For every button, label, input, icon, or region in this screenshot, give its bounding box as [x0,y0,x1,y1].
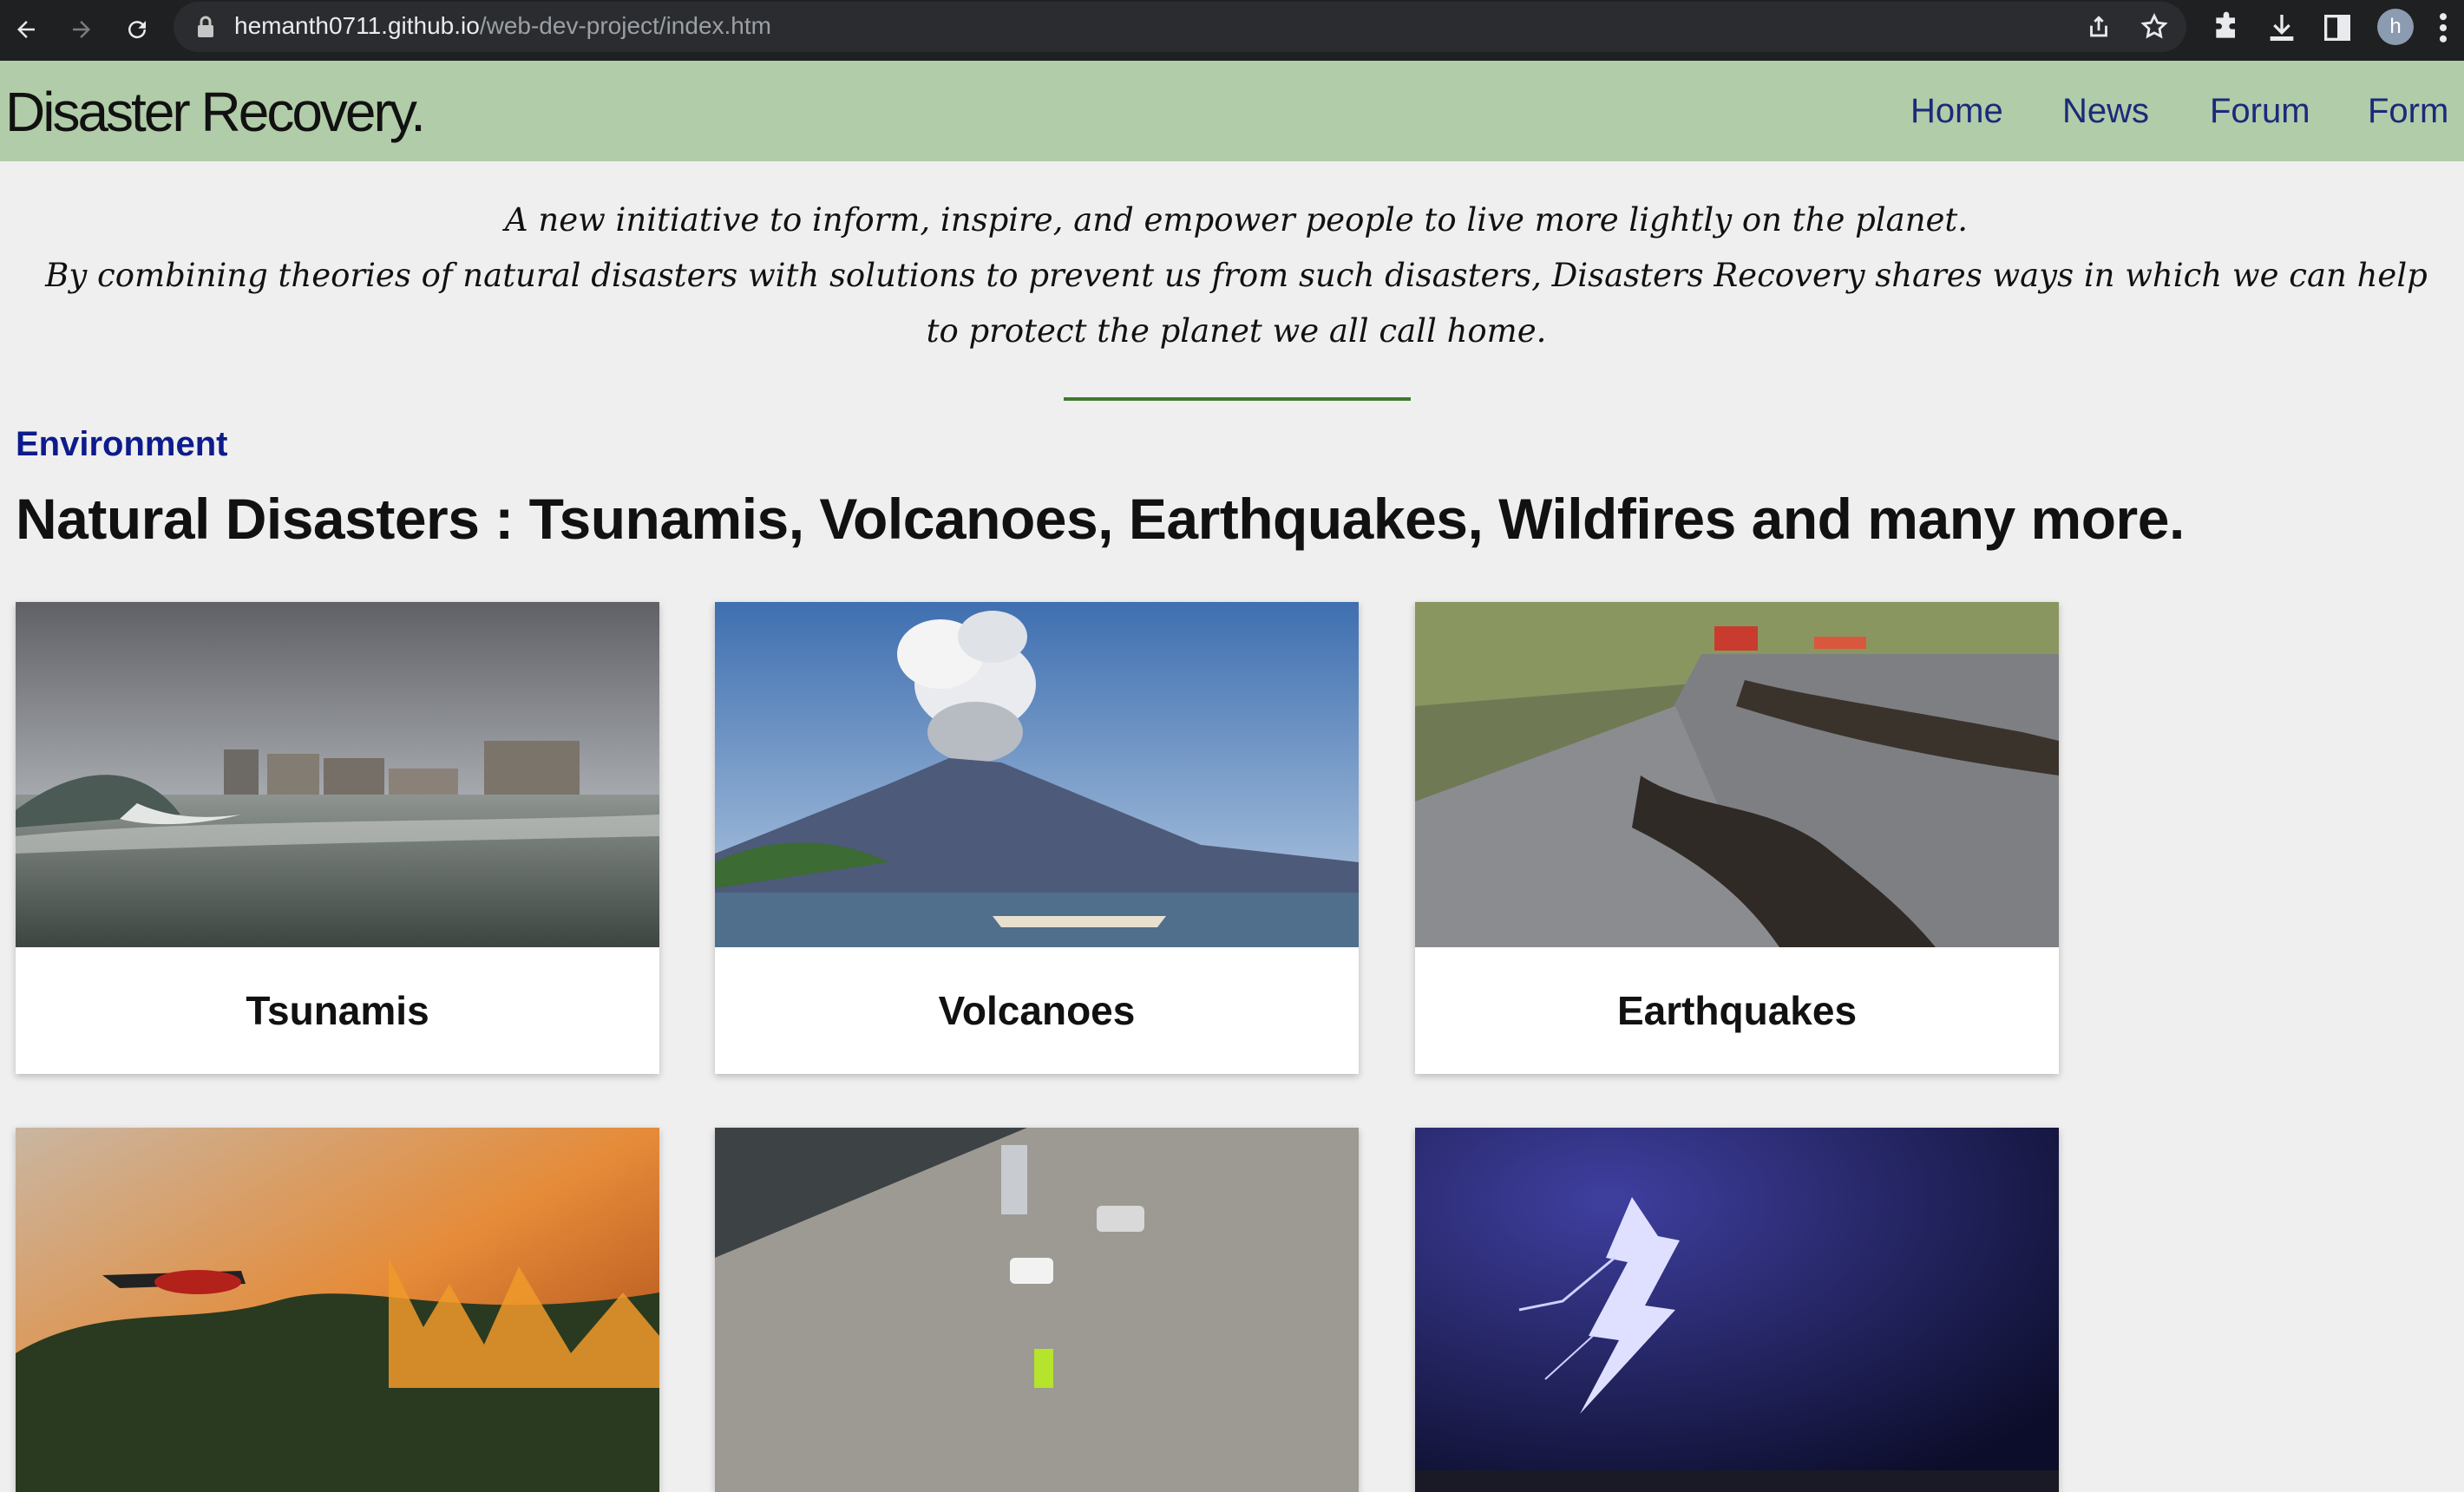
url-text: hemanth0711.github.io/web-dev-project/in… [234,12,771,39]
profile-avatar[interactable]: h [2377,9,2414,45]
download-icon[interactable] [2264,10,2299,45]
card-wildfires[interactable] [16,1128,659,1492]
intro-line-2: By combining theories of natural disaste… [45,257,2428,350]
lightning-image [1415,1128,2059,1492]
nav-forum-link[interactable]: Forum [2210,92,2310,131]
card-title: Tsunamis [246,988,429,1033]
earthquake-image [1415,602,2059,947]
page-headline: Natural Disasters : Tsunamis, Volcanoes,… [16,487,2185,551]
extensions-icon[interactable] [2209,10,2244,45]
lock-icon [196,16,215,43]
card-title: Volcanoes [938,988,1136,1033]
site-header: Disaster Recovery. Home News Forum Form [0,61,2464,161]
intro-line-1: A new initiative to inform, inspire, and… [504,201,1969,239]
flood-image [715,1128,1359,1492]
nav-home-link[interactable]: Home [1910,92,2003,131]
wildfire-image [16,1128,659,1492]
intro-text: A new initiative to inform, inspire, and… [35,193,2438,359]
more-menu-icon[interactable] [2435,9,2452,51]
card-lightning[interactable] [1415,1128,2059,1492]
volcano-image [715,602,1359,947]
nav-news-link[interactable]: News [2062,92,2149,131]
card-earthquakes[interactable]: Earthquakes [1415,602,2059,1074]
section-divider [1064,397,1411,401]
card-tsunamis[interactable]: Tsunamis [16,602,659,1074]
back-icon[interactable] [7,10,45,49]
side-panel-icon[interactable] [2320,10,2355,45]
address-bar[interactable]: hemanth0711.github.io/web-dev-project/in… [174,2,2186,52]
card-title: Earthquakes [1616,988,1858,1033]
card-floods[interactable] [715,1128,1359,1492]
nav-form-link[interactable]: Form [2368,92,2448,131]
browser-toolbar: hemanth0711.github.io/web-dev-project/in… [0,0,2464,61]
bookmark-star-icon[interactable] [2140,12,2169,42]
tsunami-image [16,602,659,947]
site-logo-text[interactable]: Disaster Recovery. [5,80,426,144]
forward-icon[interactable] [62,10,101,49]
share-icon[interactable] [2084,12,2113,42]
category-label[interactable]: Environment [16,425,227,464]
reload-icon[interactable] [118,10,156,49]
card-volcanoes[interactable]: Volcanoes [715,602,1359,1074]
